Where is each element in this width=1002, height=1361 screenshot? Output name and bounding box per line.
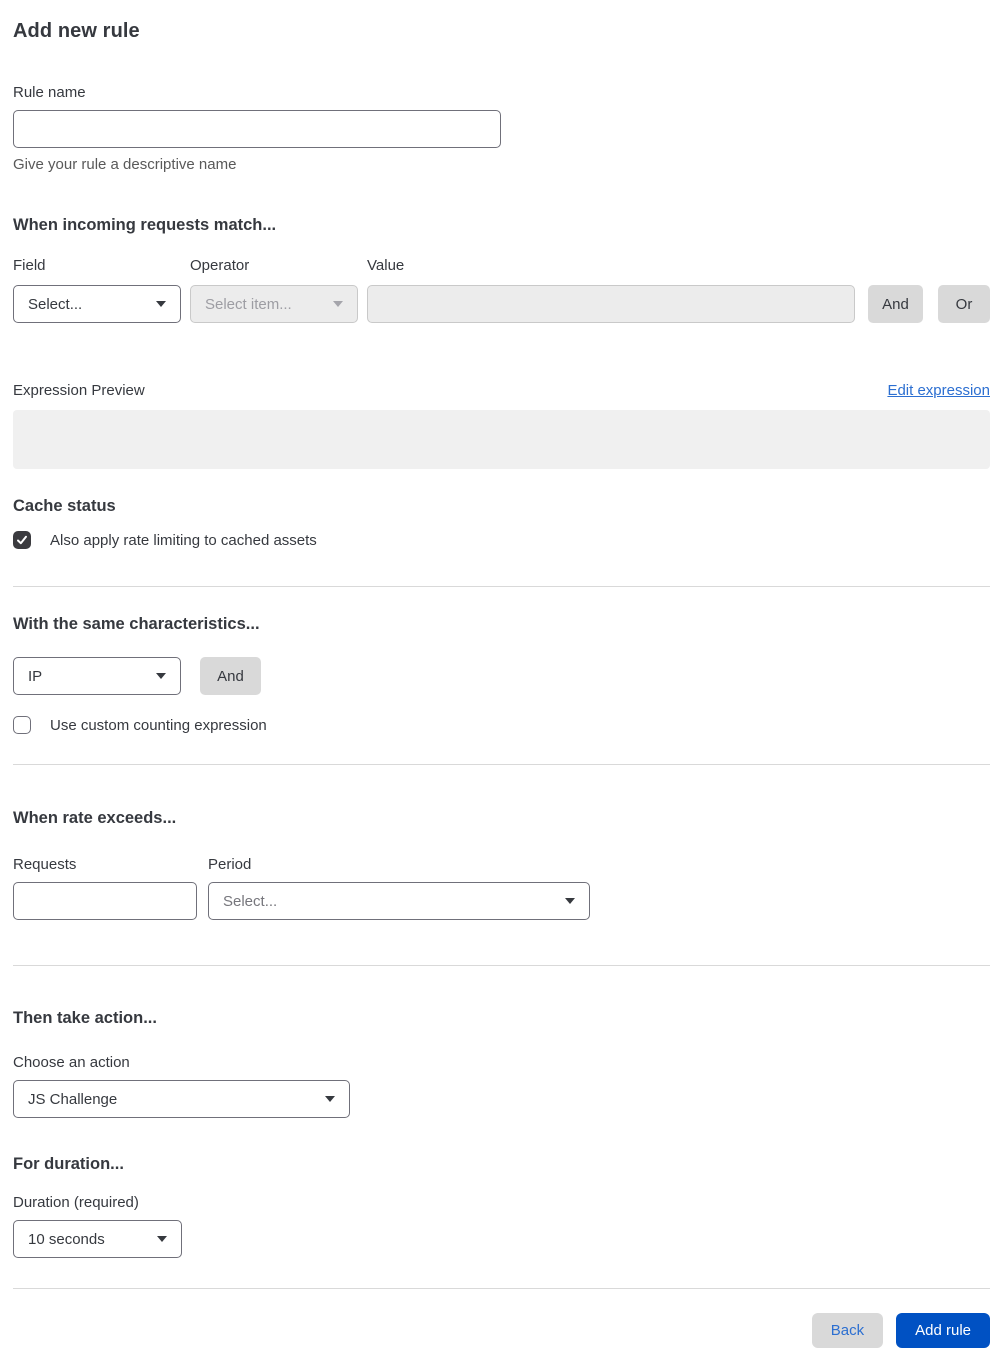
back-button[interactable]: Back bbox=[811, 1313, 884, 1348]
checkmark-icon bbox=[17, 535, 27, 545]
chevron-down-icon bbox=[157, 1236, 167, 1242]
characteristic-select-value: IP bbox=[28, 667, 43, 685]
match-condition-row: Field Select... Operator Select item... … bbox=[13, 257, 990, 323]
divider bbox=[13, 965, 990, 966]
action-select[interactable]: JS Challenge bbox=[13, 1080, 350, 1118]
divider bbox=[13, 1288, 990, 1289]
period-select-value: Select... bbox=[223, 892, 278, 910]
characteristics-row: IP And bbox=[13, 657, 990, 695]
characteristics-heading: With the same characteristics... bbox=[13, 615, 260, 633]
operator-column: Operator Select item... bbox=[190, 257, 358, 323]
cached-assets-checkbox-row: Also apply rate limiting to cached asset… bbox=[13, 531, 990, 549]
expression-preview-label: Expression Preview bbox=[13, 382, 145, 399]
divider bbox=[13, 764, 990, 765]
footer-actions: Back Add rule bbox=[13, 1313, 990, 1348]
rule-name-input[interactable] bbox=[13, 110, 501, 148]
operator-label: Operator bbox=[190, 257, 250, 274]
period-column: Period Select... bbox=[208, 856, 590, 920]
characteristic-select[interactable]: IP bbox=[13, 657, 181, 695]
add-rule-button[interactable]: Add rule bbox=[896, 1313, 990, 1348]
requests-label: Requests bbox=[13, 856, 77, 873]
or-button[interactable]: Or bbox=[938, 285, 990, 323]
rate-exceeds-heading: When rate exceeds... bbox=[13, 809, 177, 827]
duration-select[interactable]: 10 seconds bbox=[13, 1220, 182, 1258]
characteristics-and-button[interactable]: And bbox=[200, 657, 261, 695]
field-select[interactable]: Select... bbox=[13, 285, 181, 323]
duration-label: Duration (required) bbox=[13, 1194, 139, 1211]
field-label: Field bbox=[13, 257, 46, 274]
requests-input[interactable] bbox=[13, 882, 197, 920]
rule-name-helper-text: Give your rule a descriptive name bbox=[13, 156, 237, 173]
page-title: Add new rule bbox=[13, 20, 140, 42]
operator-select-value: Select item... bbox=[205, 295, 292, 313]
rule-name-label: Rule name bbox=[13, 84, 86, 101]
chevron-down-icon bbox=[156, 673, 166, 679]
operator-select: Select item... bbox=[190, 285, 358, 323]
value-label: Value bbox=[367, 257, 405, 274]
expression-preview-header: Expression Preview Edit expression bbox=[13, 382, 990, 399]
for-duration-heading: For duration... bbox=[13, 1155, 124, 1173]
chevron-down-icon bbox=[325, 1096, 335, 1102]
requests-column: Requests bbox=[13, 856, 197, 920]
add-rule-form: Add new rule Rule name Give your rule a … bbox=[0, 0, 1002, 1361]
field-select-value: Select... bbox=[28, 295, 83, 313]
cached-assets-checkbox-label: Also apply rate limiting to cached asset… bbox=[50, 531, 317, 549]
value-column: Value bbox=[367, 257, 855, 323]
edit-expression-link[interactable]: Edit expression bbox=[887, 382, 990, 399]
divider bbox=[13, 586, 990, 587]
field-column: Field Select... bbox=[13, 257, 181, 323]
counting-expression-checkbox[interactable] bbox=[13, 716, 31, 734]
choose-action-label: Choose an action bbox=[13, 1054, 130, 1071]
cache-status-heading: Cache status bbox=[13, 497, 116, 515]
value-input bbox=[367, 285, 855, 323]
cached-assets-checkbox[interactable] bbox=[13, 531, 31, 549]
action-select-value: JS Challenge bbox=[28, 1090, 118, 1108]
rate-row: Requests Period Select... bbox=[13, 856, 990, 920]
chevron-down-icon bbox=[333, 301, 343, 307]
take-action-heading: Then take action... bbox=[13, 1009, 157, 1027]
period-select[interactable]: Select... bbox=[208, 882, 590, 920]
and-button[interactable]: And bbox=[868, 285, 923, 323]
duration-select-value: 10 seconds bbox=[28, 1230, 105, 1248]
period-label: Period bbox=[208, 856, 252, 873]
counting-expression-checkbox-row: Use custom counting expression bbox=[13, 716, 990, 734]
expression-preview-box bbox=[13, 410, 990, 469]
counting-expression-checkbox-label: Use custom counting expression bbox=[50, 716, 267, 734]
match-section-heading: When incoming requests match... bbox=[13, 216, 277, 234]
chevron-down-icon bbox=[565, 898, 575, 904]
chevron-down-icon bbox=[156, 301, 166, 307]
